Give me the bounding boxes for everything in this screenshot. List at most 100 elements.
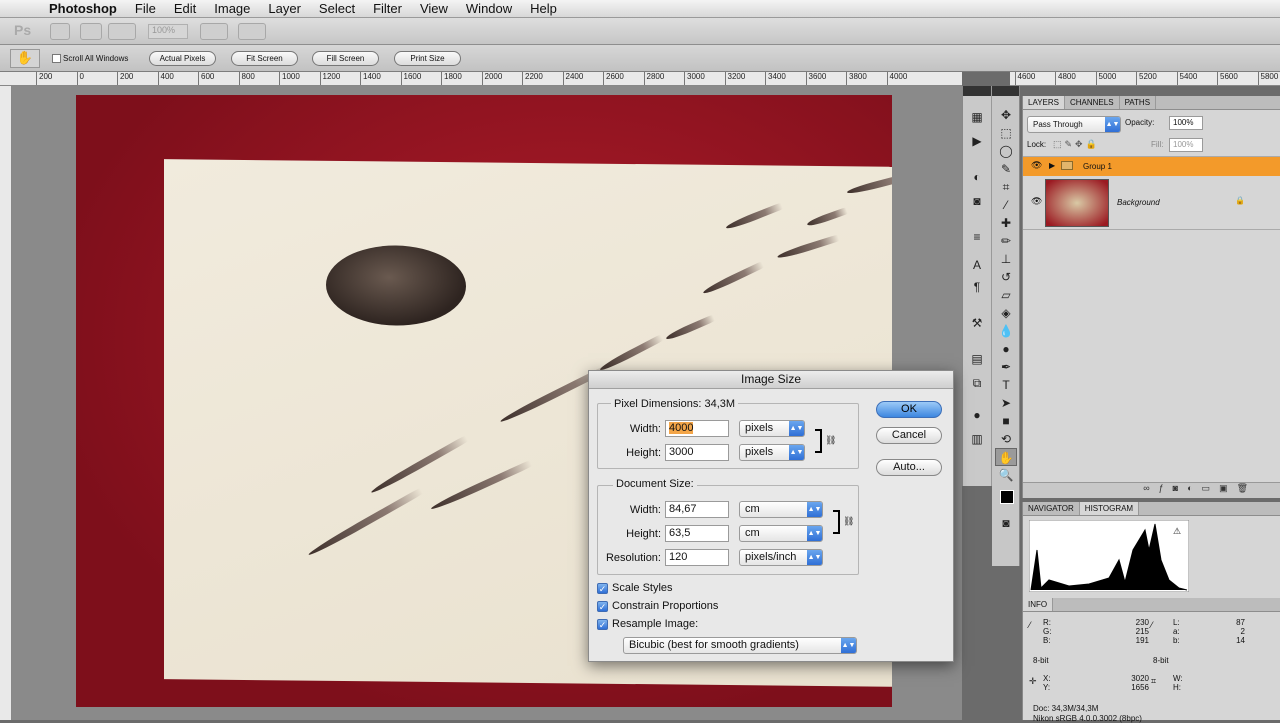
- brush-tool-icon[interactable]: ✏: [995, 232, 1017, 250]
- eyedropper-tool-icon[interactable]: ⁄: [995, 196, 1017, 214]
- healing-brush-tool-icon[interactable]: ✚: [995, 214, 1017, 232]
- tab-histogram[interactable]: HISTOGRAM: [1079, 502, 1140, 515]
- actions-icon[interactable]: ▶: [966, 132, 988, 150]
- layer-row-group[interactable]: 👁 ▶ Group 1: [1023, 156, 1280, 176]
- pixel-height-field[interactable]: 3000: [665, 444, 729, 461]
- notes-icon[interactable]: ▤: [966, 350, 988, 368]
- print-size-button[interactable]: Print Size: [394, 51, 461, 66]
- menu-window[interactable]: Window: [457, 1, 521, 16]
- foreground-color-swatch[interactable]: [1000, 490, 1014, 504]
- visibility-eye-icon[interactable]: 👁: [1031, 160, 1042, 171]
- resolution-unit-select[interactable]: pixels/inch ▲▼: [739, 549, 823, 566]
- lasso-tool-icon[interactable]: ◯: [995, 142, 1017, 160]
- kuler-icon[interactable]: ●: [966, 406, 988, 424]
- extras-menu-button[interactable]: [108, 23, 136, 40]
- zoom-tool-icon[interactable]: 🔍: [995, 466, 1017, 484]
- pixel-width-field[interactable]: 4000: [665, 420, 729, 437]
- constrain-proportions-checkbox[interactable]: ✓ Constrain Proportions: [597, 600, 718, 612]
- menu-select[interactable]: Select: [310, 1, 364, 16]
- mini-bridge-icon[interactable]: ▦: [966, 108, 988, 126]
- actual-pixels-button[interactable]: Actual Pixels: [149, 51, 216, 66]
- bridge-button[interactable]: [50, 23, 70, 40]
- fish-shape: [369, 435, 469, 496]
- clone-stamp-tool-icon[interactable]: ⊥: [995, 250, 1017, 268]
- tab-info[interactable]: INFO: [1023, 598, 1054, 611]
- paragraph-icon[interactable]: ¶: [966, 278, 988, 296]
- pixel-width-unit-select[interactable]: pixels ▲▼: [739, 420, 805, 437]
- cancel-button[interactable]: Cancel: [876, 427, 942, 444]
- ok-button[interactable]: OK: [876, 401, 942, 418]
- type-tool-icon[interactable]: T: [995, 376, 1017, 394]
- disclosure-triangle-icon[interactable]: ▶: [1049, 161, 1055, 170]
- menu-filter[interactable]: Filter: [364, 1, 411, 16]
- hand-tool-icon[interactable]: ✋: [995, 448, 1017, 466]
- visibility-eye-icon[interactable]: 👁: [1031, 196, 1042, 207]
- pixel-width-unit: pixels: [745, 422, 774, 434]
- menu-layer[interactable]: Layer: [259, 1, 310, 16]
- clone-source-icon[interactable]: ◙: [966, 192, 988, 210]
- dodge-tool-icon[interactable]: ●: [995, 340, 1017, 358]
- resample-method-select[interactable]: Bicubic (best for smooth gradients) ▲▼: [623, 637, 857, 654]
- shape-tool-icon[interactable]: ■: [995, 412, 1017, 430]
- quick-mask-icon[interactable]: ◙: [995, 514, 1017, 532]
- menu-image[interactable]: Image: [205, 1, 259, 16]
- paint-bucket-tool-icon[interactable]: ◈: [995, 304, 1017, 322]
- paragraph-styles-icon[interactable]: ≡: [966, 228, 988, 246]
- layer-comps-icon[interactable]: ⧉: [966, 374, 988, 392]
- doc-height-unit-select[interactable]: cm ▲▼: [739, 525, 823, 542]
- tab-paths[interactable]: PATHS: [1120, 96, 1157, 109]
- tab-layers[interactable]: LAYERS: [1023, 96, 1065, 109]
- opacity-field[interactable]: 100%: [1169, 116, 1203, 130]
- fill-field[interactable]: 100%: [1169, 138, 1203, 152]
- warning-icon[interactable]: ⚠: [1173, 526, 1181, 537]
- doc-width-field[interactable]: 84,67: [665, 501, 729, 518]
- tab-navigator[interactable]: NAVIGATOR: [1023, 502, 1080, 515]
- pixel-height-unit-select[interactable]: pixels ▲▼: [739, 444, 805, 461]
- history-brush-tool-icon[interactable]: ↺: [995, 268, 1017, 286]
- scale-styles-checkbox[interactable]: ✓ Scale Styles: [597, 582, 673, 594]
- brush-presets-icon[interactable]: ◐: [966, 168, 988, 186]
- layer-thumbnail: [1045, 179, 1109, 227]
- resample-image-checkbox[interactable]: ✓ Resample Image:: [597, 618, 698, 630]
- tool-presets-icon[interactable]: ⚒: [966, 314, 988, 332]
- resolution-field[interactable]: 120: [665, 549, 729, 566]
- layers-panel-footer-icons[interactable]: ∞ƒ◙◐▭▣🗑: [1023, 482, 1280, 498]
- move-tool-icon[interactable]: ✥: [995, 106, 1017, 124]
- marquee-tool-icon[interactable]: ⬚: [995, 124, 1017, 142]
- path-selection-tool-icon[interactable]: ➤: [995, 394, 1017, 412]
- tab-channels[interactable]: CHANNELS: [1065, 96, 1120, 109]
- ruler-tick: 1200: [319, 72, 340, 85]
- auto-button[interactable]: Auto...: [876, 459, 942, 476]
- fill-screen-button[interactable]: Fill Screen: [312, 51, 379, 66]
- mini-bridge-button[interactable]: [80, 23, 102, 40]
- ruler-tick: 3600: [805, 72, 826, 85]
- fit-screen-button[interactable]: Fit Screen: [231, 51, 298, 66]
- screen-mode-button[interactable]: [238, 23, 266, 40]
- menu-edit[interactable]: Edit: [165, 1, 205, 16]
- crop-tool-icon[interactable]: ⌗: [995, 178, 1017, 196]
- blur-tool-icon[interactable]: 💧: [995, 322, 1017, 340]
- hand-tool-preset-icon[interactable]: ✋: [10, 49, 40, 68]
- quick-selection-tool-icon[interactable]: ✎: [995, 160, 1017, 178]
- doc-height-field[interactable]: 63,5: [665, 525, 729, 542]
- menu-file[interactable]: File: [126, 1, 165, 16]
- zoom-level-field[interactable]: 100%: [148, 24, 188, 39]
- measurement-log-icon[interactable]: ▥: [966, 430, 988, 448]
- pixel-dimensions-label: Pixel Dimensions: 34,3M: [611, 398, 739, 410]
- menu-view[interactable]: View: [411, 1, 457, 16]
- blend-mode-select[interactable]: Pass Through ▲▼: [1027, 116, 1121, 133]
- menu-app[interactable]: Photoshop: [40, 1, 126, 16]
- layers-panel: LAYERS CHANNELS PATHS Pass Through ▲▼ Opa…: [1022, 96, 1280, 498]
- arrange-documents-button[interactable]: [200, 23, 228, 40]
- ruler-tick: 200: [117, 72, 133, 85]
- horizontal-ruler: 200 0 200 400 600 800 1000 1200 1400 1600 1800 2000…: [0, 72, 962, 86]
- eraser-tool-icon[interactable]: ▱: [995, 286, 1017, 304]
- menu-help[interactable]: Help: [521, 1, 566, 16]
- doc-width-unit-select[interactable]: cm ▲▼: [739, 501, 823, 518]
- character-icon[interactable]: A: [966, 256, 988, 274]
- lock-icons[interactable]: ⬚✎✥🔒: [1053, 139, 1123, 151]
- 3d-rotate-tool-icon[interactable]: ⟲: [995, 430, 1017, 448]
- layer-row-background[interactable]: 👁 Background 🔒: [1023, 176, 1280, 230]
- scroll-all-windows-checkbox[interactable]: [52, 54, 61, 63]
- pen-tool-icon[interactable]: ✒: [995, 358, 1017, 376]
